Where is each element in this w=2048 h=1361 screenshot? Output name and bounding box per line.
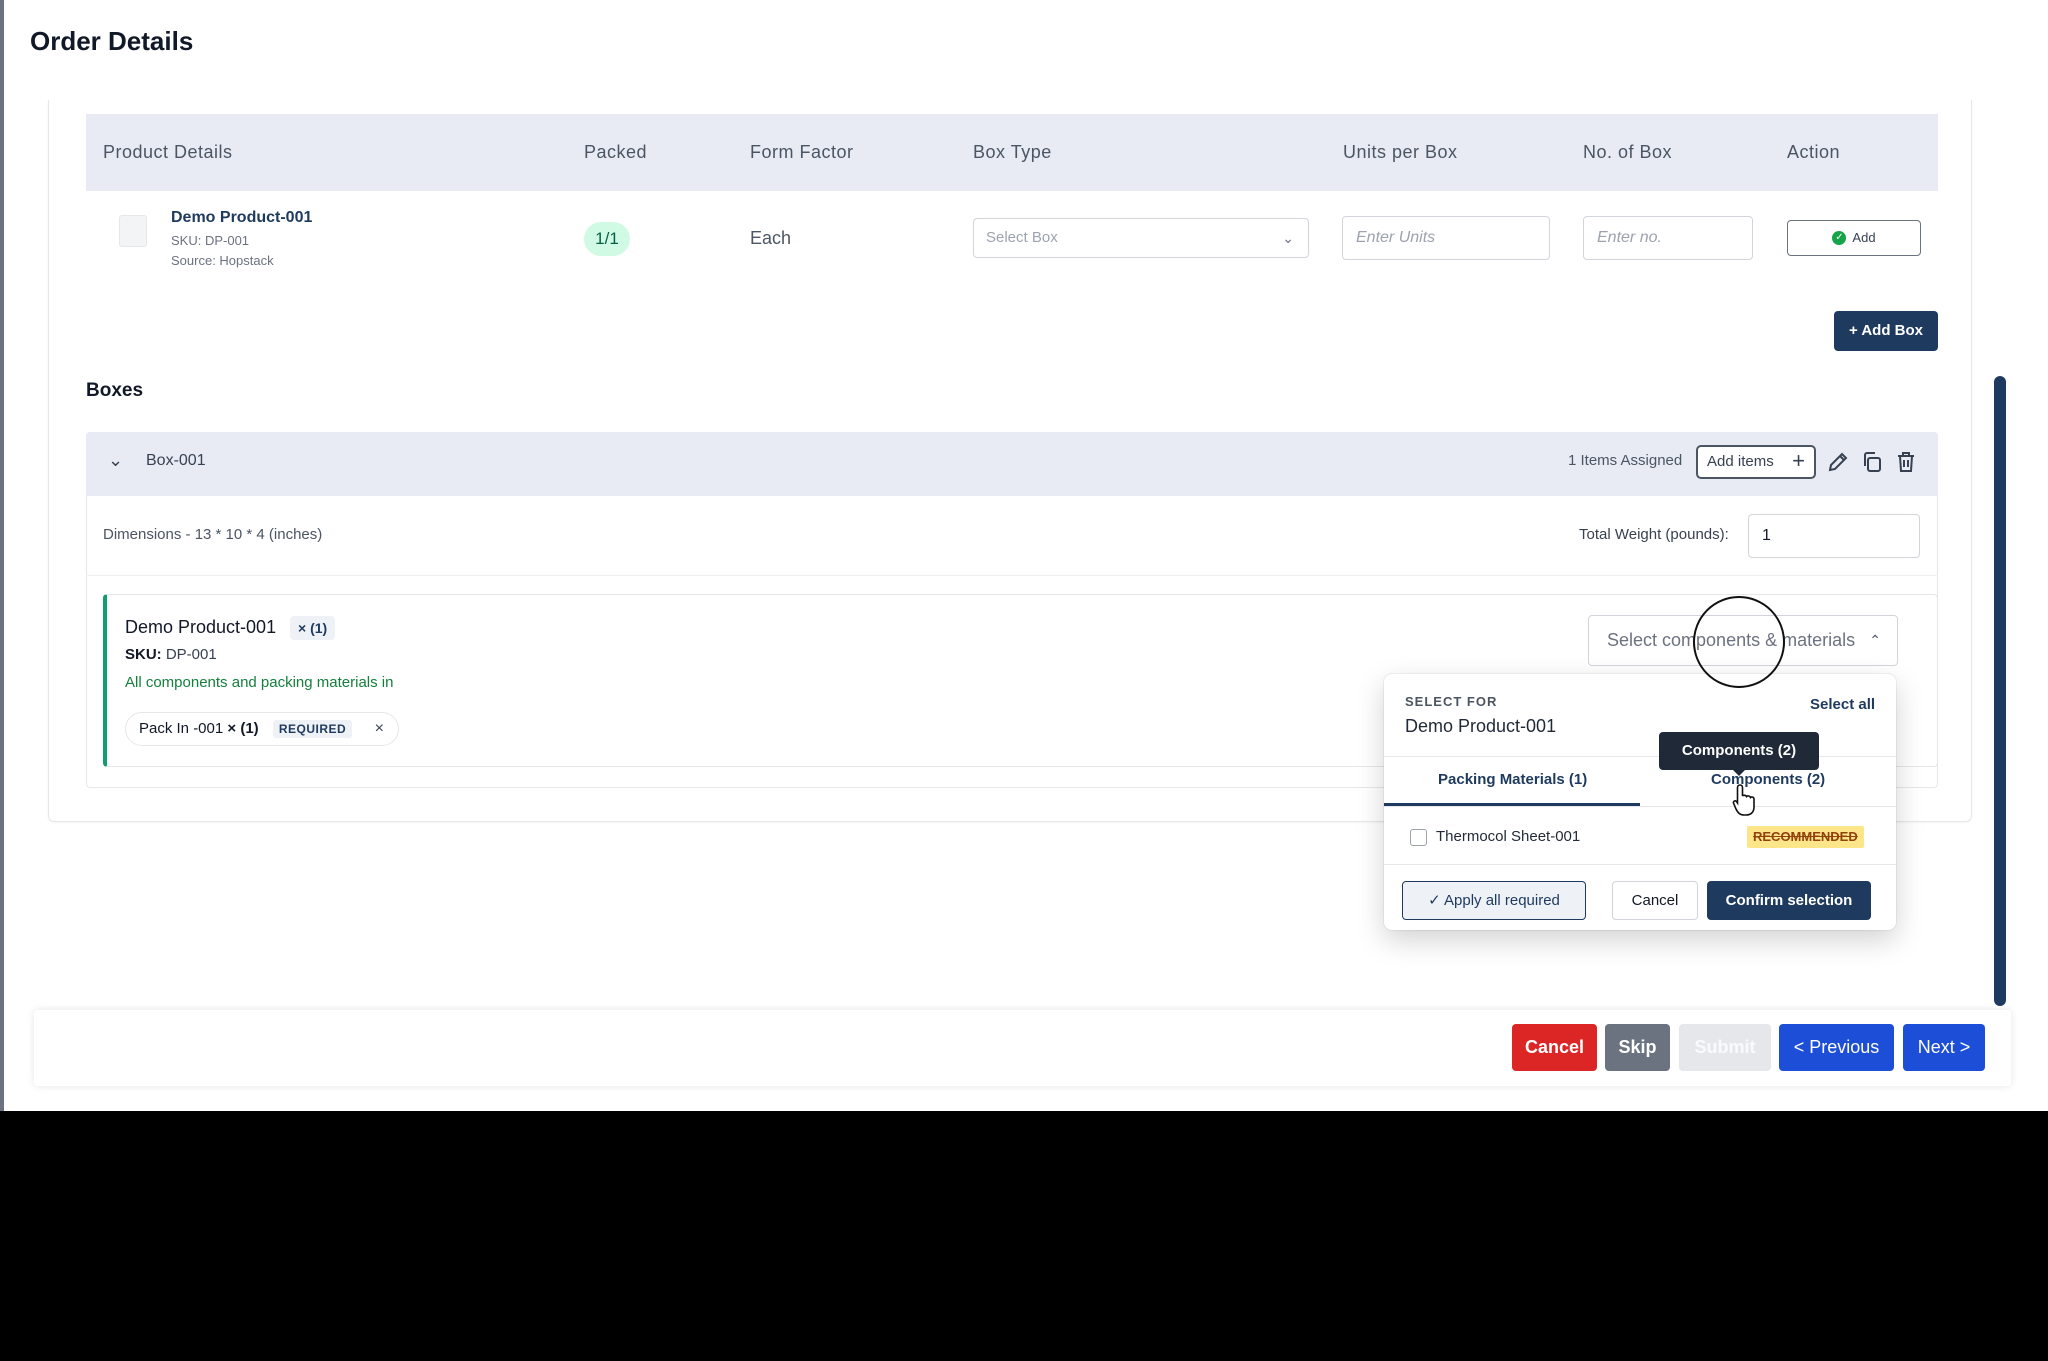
item-status-message: All components and packing materials in <box>125 674 394 691</box>
collapse-chevron-icon[interactable]: ⌄ <box>108 450 123 471</box>
tab-components[interactable]: Components (2) <box>1711 771 1825 788</box>
items-assigned-count: 1 Items Assigned <box>1568 452 1683 469</box>
click-indicator <box>1693 596 1785 688</box>
box-type-placeholder: Select Box <box>986 229 1058 246</box>
chip-qty: × (1) <box>227 720 259 737</box>
box-name: Box-001 <box>146 452 206 469</box>
header-form-factor: Form Factor <box>750 142 854 162</box>
dropdown-cancel-button[interactable]: Cancel <box>1612 881 1698 920</box>
required-badge: REQUIRED <box>272 720 353 738</box>
boxes-placeholder: Enter no. <box>1597 229 1662 246</box>
apply-all-required-label: Apply all required <box>1444 892 1560 909</box>
item-sku: SKU: DP-001 <box>125 646 217 663</box>
apply-all-required-button[interactable]: ✓ Apply all required <box>1402 881 1586 920</box>
material-chip: Pack In -001 × (1) REQUIRED × <box>125 712 399 746</box>
select-all-link[interactable]: Select all <box>1810 696 1875 713</box>
item-sku-value: DP-001 <box>165 646 217 663</box>
components-tooltip: Components (2) <box>1659 732 1819 776</box>
cancel-button[interactable]: Cancel <box>1512 1024 1597 1071</box>
scrollbar[interactable] <box>1994 376 2006 1006</box>
chevron-up-icon: ⌃ <box>1869 632 1881 648</box>
recommended-badge: RECOMMENDED <box>1747 826 1864 848</box>
plus-icon: + <box>1792 448 1805 473</box>
select-for-label: SELECT FOR <box>1405 694 1498 709</box>
divider <box>1384 806 1896 807</box>
item-name: Demo Product-001 <box>125 617 277 637</box>
next-button[interactable]: Next > <box>1903 1024 1985 1071</box>
check-icon: ✓ <box>1428 892 1444 909</box>
header-action: Action <box>1787 142 1841 162</box>
confirm-selection-button[interactable]: Confirm selection <box>1707 881 1871 920</box>
box-type-select[interactable]: Select Box ⌄ <box>973 218 1309 258</box>
option-checkbox[interactable] <box>1410 829 1427 846</box>
chevron-down-icon: ⌄ <box>1282 230 1294 246</box>
add-box-button[interactable]: + Add Box <box>1834 311 1938 351</box>
header-product-details: Product Details <box>103 142 233 162</box>
app-window: Order Details Product Details Packed For… <box>0 0 2048 1111</box>
packed-badge: 1/1 <box>584 222 630 256</box>
edit-pencil-icon[interactable] <box>1826 450 1850 474</box>
select-for-product: Demo Product-001 <box>1405 716 1557 736</box>
divider <box>1384 864 1896 865</box>
add-items-button[interactable]: Add items + <box>1696 445 1816 479</box>
add-row-label: Add <box>1852 230 1876 245</box>
box-dimensions: Dimensions - 13 * 10 * 4 (inches) <box>103 526 323 543</box>
divider <box>1384 756 1896 757</box>
duplicate-icon[interactable] <box>1860 450 1884 474</box>
form-factor-value: Each <box>750 228 792 248</box>
header-box-type: Box Type <box>973 142 1052 162</box>
product-sku: SKU: DP-001 <box>171 233 250 248</box>
units-per-box-input[interactable]: Enter Units <box>1342 216 1550 260</box>
total-weight-input[interactable]: 1 <box>1748 514 1920 558</box>
add-row-button[interactable]: ✓ Add <box>1787 220 1921 256</box>
option-label: Thermocol Sheet-001 <box>1436 828 1581 845</box>
check-circle-icon: ✓ <box>1832 230 1847 245</box>
remove-chip-icon[interactable]: × <box>375 713 384 745</box>
trash-icon[interactable] <box>1894 450 1918 474</box>
product-thumbnail <box>119 215 147 247</box>
tab-packing-materials[interactable]: Packing Materials (1) <box>1438 771 1587 788</box>
product-name-link[interactable]: Demo Product-001 <box>171 209 312 227</box>
units-placeholder: Enter Units <box>1356 229 1436 246</box>
number-of-boxes-input[interactable]: Enter no. <box>1583 216 1753 260</box>
submit-button[interactable]: Submit <box>1679 1024 1771 1071</box>
item-sku-label: SKU: <box>125 646 162 663</box>
page-title: Order Details <box>30 26 194 56</box>
previous-button[interactable]: < Previous <box>1779 1024 1894 1071</box>
header-no-of-box: No. of Box <box>1583 142 1673 162</box>
product-source: Source: Hopstack <box>171 253 274 268</box>
header-packed: Packed <box>584 142 648 162</box>
item-qty-badge: × (1) <box>290 616 336 640</box>
add-items-label: Add items <box>1707 453 1774 470</box>
chip-label: Pack In -001 <box>139 720 224 737</box>
skip-button[interactable]: Skip <box>1605 1024 1670 1071</box>
total-weight-label: Total Weight (pounds): <box>1579 526 1729 543</box>
hand-cursor-icon <box>1732 784 1755 816</box>
products-table-header: Product Details Packed Form Factor Box T… <box>86 114 1938 191</box>
divider <box>86 575 1938 576</box>
boxes-section-title: Boxes <box>86 380 144 401</box>
header-units-per-box: Units per Box <box>1343 142 1458 162</box>
